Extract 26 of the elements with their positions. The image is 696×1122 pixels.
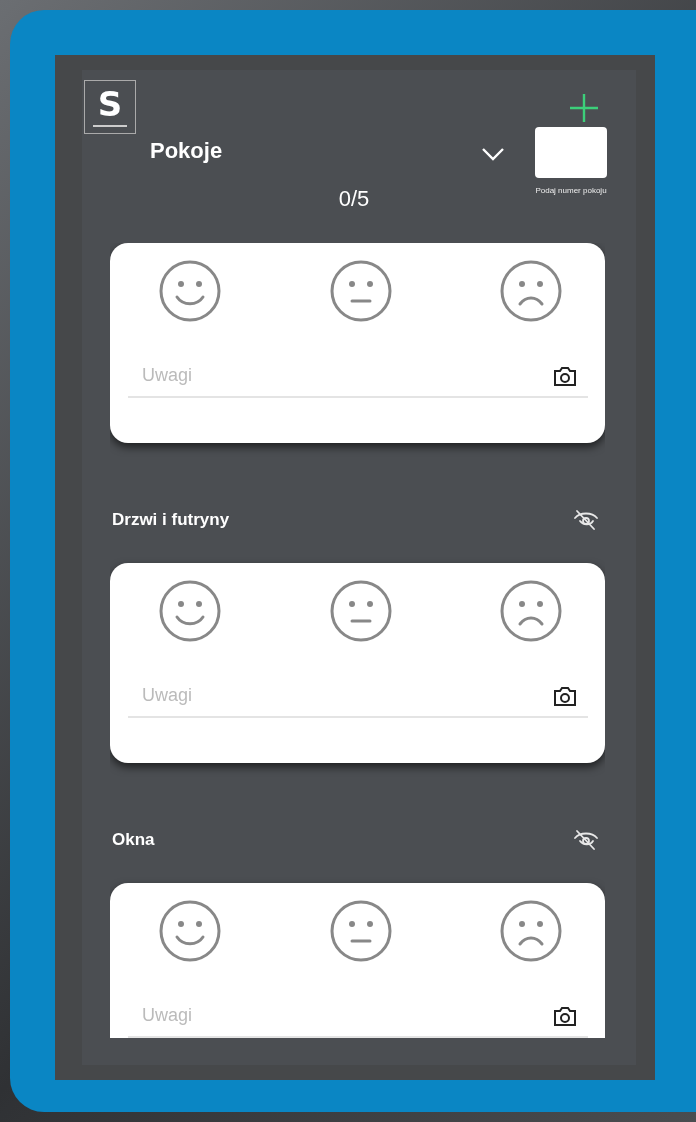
smile-face-icon[interactable] <box>158 259 222 323</box>
neutral-face-icon[interactable] <box>328 899 393 963</box>
plus-icon[interactable] <box>568 92 600 124</box>
remarks-field[interactable]: Uwagi <box>128 681 553 710</box>
neutral-face-icon[interactable] <box>328 579 393 643</box>
chevron-down-icon[interactable] <box>481 147 505 161</box>
room-title: Pokoje <box>150 138 224 164</box>
sad-face-icon[interactable] <box>499 579 563 643</box>
eye-slash-icon[interactable] <box>572 508 600 532</box>
logo: S <box>84 80 136 134</box>
neutral-face-icon[interactable] <box>328 259 393 323</box>
sad-face-icon[interactable] <box>499 259 563 323</box>
smile-face-icon[interactable] <box>158 899 222 963</box>
field-caption: Podaj numer pokoju <box>534 186 608 196</box>
eye-slash-icon[interactable] <box>572 828 600 852</box>
remarks-field[interactable]: Uwagi <box>128 1001 553 1030</box>
progress-count: 0/5 <box>337 186 371 212</box>
section-title: Drzwi i futryny <box>112 510 230 530</box>
room-number-field[interactable] <box>535 127 607 178</box>
camera-icon[interactable] <box>553 1004 577 1027</box>
remarks-field[interactable]: Uwagi <box>128 361 553 390</box>
section-title: Okna <box>112 830 155 850</box>
smile-face-icon[interactable] <box>158 579 222 643</box>
sad-face-icon[interactable] <box>499 899 563 963</box>
camera-icon[interactable] <box>553 364 577 387</box>
camera-icon[interactable] <box>553 684 577 707</box>
